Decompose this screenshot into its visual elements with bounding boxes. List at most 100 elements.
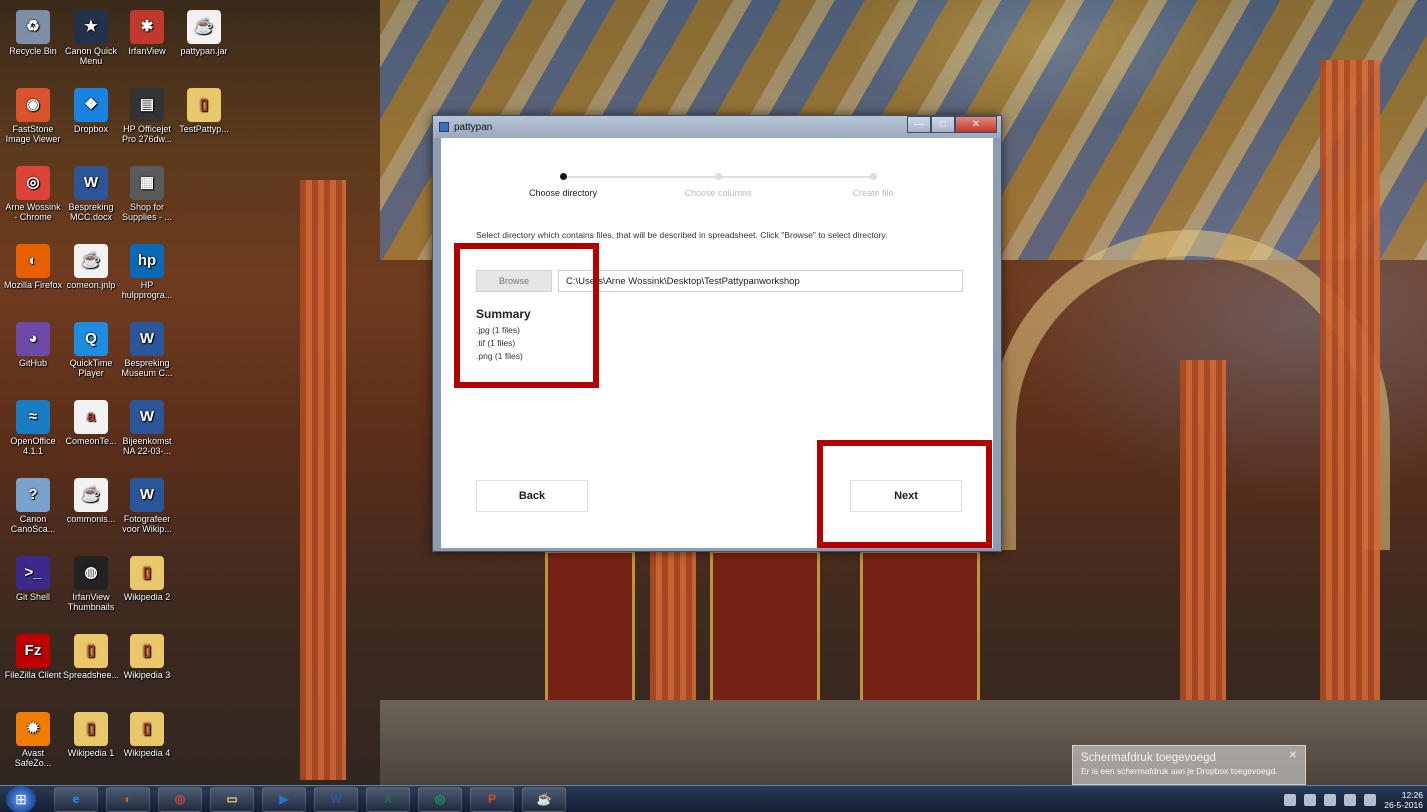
desktop-shortcut[interactable]: ◎ Arne Wossink - Chrome — [4, 166, 62, 222]
desktop-shortcut[interactable]: W Bespreking Museum C... — [118, 322, 176, 378]
word-doc-icon: W — [130, 322, 164, 356]
avast-icon: ✹ — [16, 712, 50, 746]
powerpoint-icon[interactable]: P — [470, 786, 514, 812]
folder-icon: ▯ — [74, 634, 108, 668]
minimize-icon[interactable]: — — [907, 116, 931, 133]
dropbox-notification[interactable]: Schermafdruk toegevoegd Er is een scherm… — [1072, 745, 1306, 785]
background-arch — [990, 230, 1390, 550]
desktop-shortcut-label: FastStone Image Viewer — [5, 124, 61, 144]
desktop-shortcut[interactable]: ▯ Wikipedia 1 — [62, 712, 120, 758]
step-dot-create-file — [870, 173, 877, 180]
back-button[interactable]: Back — [476, 480, 588, 512]
dropbox-tray-icon[interactable] — [1304, 793, 1317, 806]
desktop-shortcut[interactable]: hp HP hulpprogra... — [118, 244, 176, 300]
desktop-shortcut-label: HP Officejet Pro 276dw... — [121, 124, 173, 144]
desktop-shortcut[interactable]: ✱ IrfanView — [118, 10, 176, 56]
maximize-icon[interactable]: □ — [931, 116, 955, 133]
desktop-shortcut-label: Fotografeer voor Wikip... — [122, 514, 172, 534]
desktop-shortcut[interactable]: Fz FileZilla Client — [4, 634, 62, 680]
internet-explorer-icon[interactable]: e — [54, 786, 98, 812]
notification-body: Er is een schermafdruk aan je Dropbox to… — [1081, 766, 1278, 776]
clock[interactable]: 12:26 26-5-2016 — [1384, 790, 1423, 810]
java-jnlp-icon: ☕ — [74, 244, 108, 278]
background-shopfront — [860, 550, 980, 710]
openoffice-icon: ≈ — [16, 400, 50, 434]
desktop-shortcut[interactable]: ◐ Mozilla Firefox — [4, 244, 62, 290]
desktop-shortcut-label: IrfanView — [128, 46, 166, 56]
filezilla-icon: Fz — [16, 634, 50, 668]
desktop-shortcut-label: Wikipedia 4 — [123, 748, 171, 758]
directory-path-input[interactable] — [558, 270, 963, 292]
step-label-create-file: Create file — [852, 188, 894, 198]
desktop-shortcut[interactable]: ≈ OpenOffice 4.1.1 — [4, 400, 62, 456]
word-doc-icon: W — [130, 400, 164, 434]
desktop-shortcut-label: Recycle Bin — [9, 46, 57, 56]
firefox-icon[interactable]: ◐ — [106, 786, 150, 812]
recycle-bin-icon: ♻ — [16, 10, 50, 44]
chrome-icon[interactable]: ◎ — [158, 786, 202, 812]
file-explorer-icon[interactable]: ▭ — [210, 786, 254, 812]
desktop-shortcut[interactable]: >_ Git Shell — [4, 556, 62, 602]
desktop-shortcut[interactable]: W Bespreking MCC.docx — [62, 166, 120, 222]
chrome-icon: ◎ — [16, 166, 50, 200]
action-center-flag-icon[interactable] — [1344, 793, 1357, 806]
git-shell-icon: >_ — [16, 556, 50, 590]
desktop-shortcut-label: Canon CanoSca... — [10, 514, 56, 534]
desktop-shortcut[interactable]: ▦ Shop for Supplies - ... — [118, 166, 176, 222]
desktop-shortcut[interactable]: ☕ comeon.jnlp — [62, 244, 120, 290]
desktop-shortcut[interactable]: ☕ commonis... — [62, 478, 120, 524]
notification-close-icon[interactable]: ✕ — [1289, 750, 1297, 761]
java-jar-icon: ☕ — [187, 10, 221, 44]
desktop-shortcut[interactable]: ▤ HP Officejet Pro 276dw... — [118, 88, 176, 144]
panda-icon: ◍ — [74, 556, 108, 590]
desktop-shortcut[interactable]: ☕ pattypan.jar — [175, 10, 233, 56]
desktop-shortcut[interactable]: ◍ IrfanView Thumbnails — [62, 556, 120, 612]
start-button-icon[interactable]: ⊞ — [6, 785, 36, 812]
desktop-shortcut-label: commonis... — [66, 514, 116, 524]
clock-date: 26-5-2016 — [1384, 799, 1423, 810]
desktop-shortcut[interactable]: ✹ Avast SafeZo... — [4, 712, 62, 768]
excel-icon[interactable]: X — [366, 786, 410, 812]
desktop-shortcut[interactable]: ▯ Wikipedia 3 — [118, 634, 176, 680]
volume-icon[interactable] — [1364, 793, 1377, 806]
desktop-shortcut[interactable]: ◉ FastStone Image Viewer — [4, 88, 62, 144]
desktop-shortcut[interactable]: ▯ Wikipedia 4 — [118, 712, 176, 758]
desktop-shortcut[interactable]: Q QuickTime Player — [62, 322, 120, 378]
desktop-shortcut[interactable]: W Fotografeer voor Wikip... — [118, 478, 176, 534]
step-label-choose-columns: Choose columns — [684, 188, 752, 198]
firefox-icon: ◐ — [16, 244, 50, 278]
notification-title: Schermafdruk toegevoegd — [1081, 752, 1216, 764]
desktop-shortcut[interactable]: ★ Canon Quick Menu — [62, 10, 120, 66]
java-icon[interactable]: ☕ — [522, 786, 566, 812]
word-icon[interactable]: W — [314, 786, 358, 812]
network-icon[interactable] — [1324, 793, 1337, 806]
wizard-stepper: Choose directory Choose columns Create f… — [441, 164, 993, 204]
desktop-shortcut-label: HP hulpprogra... — [121, 280, 173, 300]
word-doc-icon: W — [130, 478, 164, 512]
video-app-icon[interactable]: ▶ — [262, 786, 306, 812]
background-column — [300, 180, 346, 780]
desktop-shortcut[interactable]: ▯ TestPattyp... — [175, 88, 233, 134]
desktop-shortcut[interactable]: ▯ Spreadshee... — [62, 634, 120, 680]
irfanview-icon: ✱ — [130, 10, 164, 44]
desktop-shortcut[interactable]: a ComeonTe... — [62, 400, 120, 446]
show-hidden-icons-icon[interactable] — [1284, 793, 1297, 806]
step-label-choose-directory: Choose directory — [528, 188, 598, 198]
desktop-shortcut[interactable]: ◕ GitHub — [4, 322, 62, 368]
desktop-shortcut[interactable]: ? Canon CanoSca... — [4, 478, 62, 534]
background-shopfront — [710, 550, 820, 710]
background-column — [1320, 60, 1380, 780]
desktop-shortcut[interactable]: ▯ Wikipedia 2 — [118, 556, 176, 602]
desktop-shortcut[interactable]: W Bijeenkomst NA 22-03-... — [118, 400, 176, 456]
folder-icon: ▯ — [130, 712, 164, 746]
word-doc-icon: W — [74, 166, 108, 200]
chrome-app-icon[interactable]: ◎ — [418, 786, 462, 812]
printer-icon: ▤ — [130, 88, 164, 122]
desktop-shortcut-label: Bespreking Museum C... — [121, 358, 173, 378]
desktop-shortcut[interactable]: ♻ Recycle Bin — [4, 10, 62, 56]
desktop-shortcut[interactable]: ❖ Dropbox — [62, 88, 120, 134]
window-controls: — □ ✕ — [907, 116, 997, 133]
close-icon[interactable]: ✕ — [955, 116, 997, 133]
taskbar-apps: e ◐ ◎ ▭ ▶ W X ◎ P ☕ — [46, 786, 566, 812]
faststone-eye-icon: ◉ — [16, 88, 50, 122]
